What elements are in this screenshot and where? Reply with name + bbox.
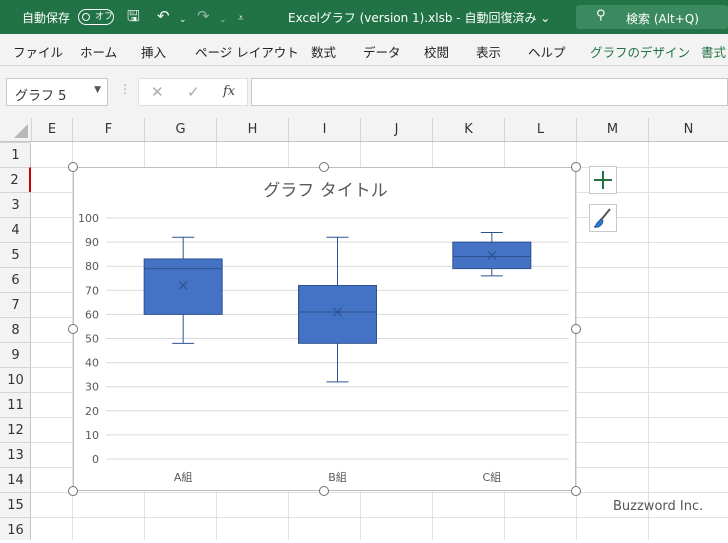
ribbon-tabs: ファイル ホーム 挿入 ページ レイアウト 数式 データ 校閲 表示 ヘルプ グ… — [0, 34, 728, 66]
undo-dropdown-icon[interactable]: ⌄ — [179, 11, 187, 29]
row-header-9[interactable]: 9 — [0, 342, 31, 367]
y-tick-label: 20 — [85, 405, 99, 418]
box — [143, 258, 223, 315]
y-tick-label: 100 — [78, 212, 99, 225]
y-tick-label: 70 — [85, 284, 99, 297]
formula-bar: グラフ 5 ▼ ⋮ ✕ ✓ fx — [0, 66, 728, 118]
row-header-14[interactable]: 14 — [0, 467, 31, 492]
tab-review[interactable]: 校閲 — [424, 42, 449, 61]
watermark: Buzzword Inc. — [613, 499, 704, 514]
resize-handle-bottom[interactable] — [319, 486, 329, 496]
redo-dropdown-icon[interactable]: ⌄ — [219, 11, 227, 29]
row-header-7[interactable]: 7 — [0, 292, 31, 317]
resize-handle-right[interactable] — [571, 324, 581, 334]
y-tick-label: 60 — [85, 308, 99, 321]
resize-handle-top[interactable] — [319, 162, 329, 172]
y-tick-label: 90 — [85, 236, 99, 249]
plot-area[interactable]: 0 10 20 30 40 50 60 70 80 90 100 A組 B組 C組 — [74, 168, 577, 492]
toggle-text: オフ — [95, 12, 114, 22]
column-header-m[interactable]: M — [576, 118, 648, 141]
autosave-label: 自動保存 — [22, 11, 71, 25]
tab-view[interactable]: 表示 — [476, 42, 501, 61]
row-header-12[interactable]: 12 — [0, 417, 31, 442]
cancel-icon[interactable]: ✕ — [151, 83, 164, 101]
column-header-n[interactable]: N — [648, 118, 728, 141]
row-header-2[interactable]: 2 — [0, 167, 31, 192]
y-tick-label: 80 — [85, 260, 99, 273]
column-header-f[interactable]: F — [72, 118, 144, 141]
select-all-corner[interactable] — [0, 118, 31, 141]
row-header-16[interactable]: 16 — [0, 517, 31, 542]
column-header-l[interactable]: L — [504, 118, 576, 141]
name-box-dropdown-icon[interactable]: ▼ — [94, 85, 101, 95]
redo-icon[interactable]: ↷ — [197, 7, 210, 25]
column-header-e[interactable]: E — [31, 118, 72, 141]
column-header-g[interactable]: G — [144, 118, 216, 141]
row-header-8[interactable]: 8 — [0, 317, 31, 342]
search-box[interactable]: ⚲ 検索 (Alt+Q) — [576, 5, 728, 29]
box — [298, 284, 377, 344]
row-header-10[interactable]: 10 — [0, 367, 31, 392]
tab-insert[interactable]: 挿入 — [141, 42, 166, 61]
tab-data[interactable]: データ — [363, 42, 401, 61]
x-category-label: A組 — [174, 471, 193, 484]
tab-format[interactable]: 書式 — [701, 42, 726, 61]
y-tick-label: 0 — [92, 453, 99, 466]
y-tick-label: 50 — [85, 333, 99, 346]
search-icon: ⚲ — [596, 8, 606, 23]
row-header-15[interactable]: 15 — [0, 492, 31, 517]
column-headers: E F G H I J K L M N — [0, 118, 728, 142]
y-tick-label: 30 — [85, 381, 99, 394]
search-label: 検索 (Alt+Q) — [626, 12, 699, 26]
row-header-11[interactable]: 11 — [0, 392, 31, 417]
row-headers: 1 2 3 4 5 6 7 8 9 10 11 12 13 14 15 16 — [0, 142, 31, 540]
name-box[interactable]: グラフ 5 ▼ — [6, 78, 108, 106]
name-box-value: グラフ 5 — [15, 89, 67, 104]
row-header-6[interactable]: 6 — [0, 267, 31, 292]
column-header-j[interactable]: J — [360, 118, 432, 141]
tab-home[interactable]: ホーム — [80, 42, 117, 61]
brush-icon — [593, 208, 611, 228]
row-header-1[interactable]: 1 — [0, 142, 31, 167]
chart-area[interactable]: グラフ タイトル 0 10 20 30 40 50 60 70 80 90 100 A組 B組 C組 — [73, 167, 576, 491]
resize-handle-top-right[interactable] — [571, 162, 581, 172]
x-category-label: B組 — [328, 471, 347, 484]
row-header-13[interactable]: 13 — [0, 442, 31, 467]
tab-page-layout[interactable]: ページ レイアウト — [195, 42, 299, 61]
title-bar: 自動保存 オフ 🖫 ↶ ⌄ ↷ ⌄ ⩡ Excelグラフ (version 1)… — [0, 0, 728, 34]
y-tick-label: 40 — [85, 357, 99, 370]
tab-file[interactable]: ファイル — [13, 42, 63, 61]
column-header-i[interactable]: I — [288, 118, 360, 141]
document-title: Excelグラフ (version 1).xlsb - 自動回復済み ⌄ — [288, 11, 551, 25]
x-category-label: C組 — [482, 471, 501, 484]
tab-formulas[interactable]: 数式 — [311, 42, 336, 61]
insert-function-icon[interactable]: fx — [223, 84, 235, 99]
autosave-toggle[interactable]: オフ — [78, 9, 114, 25]
y-tick-label: 10 — [85, 429, 99, 442]
row-header-5[interactable]: 5 — [0, 242, 31, 267]
formula-bar-grip-icon: ⋮ — [119, 82, 131, 96]
undo-icon[interactable]: ↶ — [157, 7, 170, 25]
column-header-k[interactable]: K — [432, 118, 504, 141]
formula-input[interactable] — [251, 78, 728, 106]
tab-chart-design[interactable]: グラフのデザイン — [590, 42, 690, 61]
row-header-3[interactable]: 3 — [0, 192, 31, 217]
plus-icon — [594, 171, 612, 189]
toggle-knob — [82, 13, 90, 21]
enter-icon[interactable]: ✓ — [187, 83, 200, 101]
resize-handle-top-left[interactable] — [68, 162, 78, 172]
save-icon[interactable]: 🖫 — [127, 7, 140, 25]
tab-help[interactable]: ヘルプ — [528, 42, 566, 61]
chart-elements-button[interactable] — [589, 166, 617, 194]
formula-buttons: ✕ ✓ fx — [138, 78, 248, 106]
row-header-4[interactable]: 4 — [0, 217, 31, 242]
resize-handle-bottom-left[interactable] — [68, 486, 78, 496]
customize-qat-icon[interactable]: ⩡ — [238, 10, 244, 28]
chart-styles-button[interactable] — [589, 204, 617, 232]
column-header-h[interactable]: H — [216, 118, 288, 141]
resize-handle-bottom-right[interactable] — [571, 486, 581, 496]
resize-handle-left[interactable] — [68, 324, 78, 334]
